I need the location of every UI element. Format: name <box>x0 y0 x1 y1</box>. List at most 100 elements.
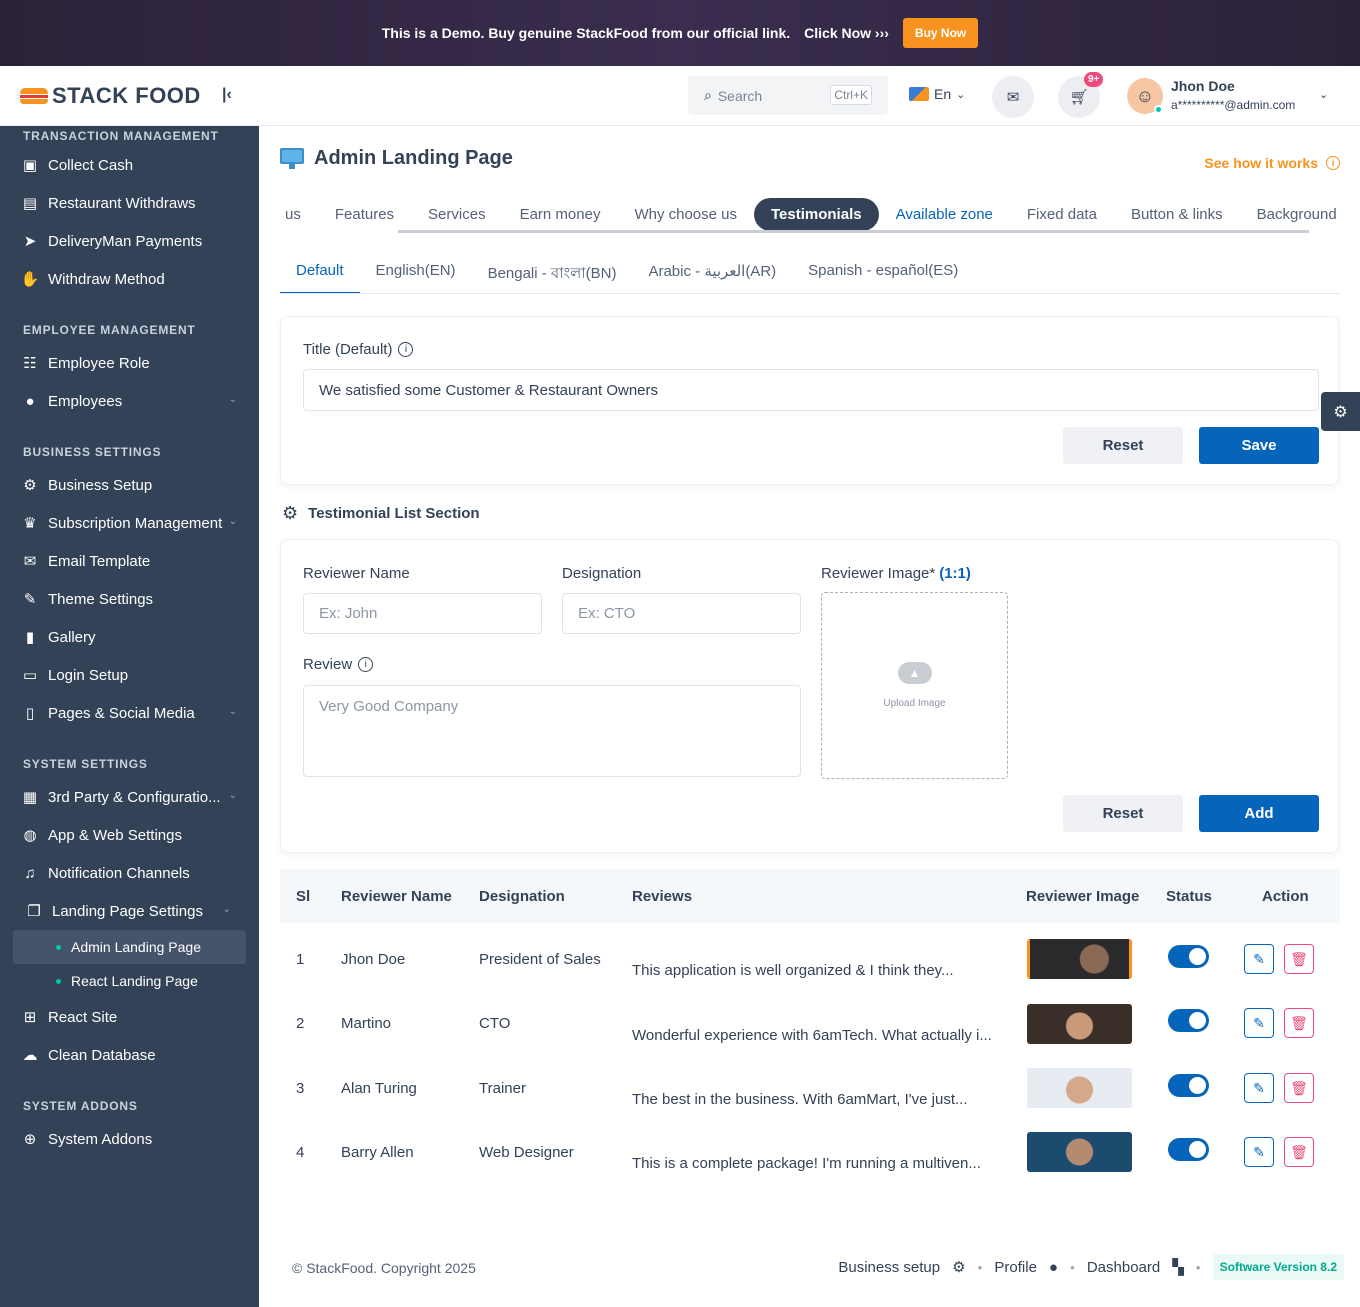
tab-features[interactable]: Features <box>318 198 411 231</box>
sidebar-item-landing-page-settings[interactable]: ❐ Landing Page Settings ⌄ <box>0 892 259 930</box>
sidebar-item-pages-social-media[interactable]: ▯ Pages & Social Media ⌄ <box>0 694 259 732</box>
bullet-dot-icon <box>56 945 61 950</box>
banner-click-link[interactable]: Click Now ››› <box>804 25 889 41</box>
lang-tab-arabic[interactable]: Arabic - العربية(AR) <box>632 254 792 294</box>
title-reset-button[interactable]: Reset <box>1063 427 1183 464</box>
sidebar-item-third-party-config[interactable]: ▦ 3rd Party & Configuratio... ⌄ <box>0 778 259 816</box>
sidebar-item-business-setup[interactable]: ⚙ Business Setup <box>0 466 259 504</box>
sidebar-item-system-addons[interactable]: ⊕ System Addons <box>0 1120 259 1158</box>
tabs-scrollbar[interactable] <box>398 230 1309 233</box>
sidebar-item-label: Pages & Social Media <box>48 704 195 722</box>
topbar: ⌕ Search Ctrl+K En ⌄ ✉ 🛒︎ 9+ ☺ Jhon Doe … <box>259 66 1360 126</box>
pencil-icon: ✎ <box>1253 1143 1265 1160</box>
edit-button[interactable]: ✎ <box>1244 944 1274 974</box>
user-name[interactable]: Jhon Doe <box>1171 78 1235 94</box>
edit-button[interactable]: ✎ <box>1244 1073 1274 1103</box>
brand-logo[interactable]: STACK FOOD <box>52 83 201 109</box>
sidebar-subitem-react-landing-page[interactable]: React Landing Page <box>0 964 259 998</box>
delete-button[interactable]: 🗑︎ <box>1284 1073 1314 1103</box>
plus-circle-icon: ⊕ <box>23 1131 37 1148</box>
footer-copyright: © StackFood. Copyright 2025 <box>292 1260 476 1276</box>
sidebar-subitem-label: React Landing Page <box>71 973 198 989</box>
sidebar-item-employees[interactable]: ● Employees ⌄ <box>0 382 259 420</box>
delete-button[interactable]: 🗑︎ <box>1284 1137 1314 1167</box>
sidebar-item-label: Gallery <box>48 628 96 646</box>
see-how-it-works-link[interactable]: See how it works i <box>1204 155 1340 171</box>
settings-float-button[interactable]: ⚙ <box>1321 392 1360 431</box>
title-save-button[interactable]: Save <box>1199 427 1319 464</box>
testimonial-add-button[interactable]: Add <box>1199 795 1319 832</box>
tab-earn-money[interactable]: Earn money <box>503 198 618 231</box>
search-input[interactable]: ⌕ Search Ctrl+K <box>688 76 888 115</box>
bell-icon: ♫ <box>24 864 36 882</box>
language-selector[interactable]: En ⌄ <box>909 86 965 102</box>
tab-fixed-data[interactable]: Fixed data <box>1010 198 1114 231</box>
sidebar-item-clean-database[interactable]: ☁ Clean Database <box>0 1036 259 1074</box>
footer-link-dashboard[interactable]: Dashboard <box>1087 1259 1160 1276</box>
sidebar-item-app-web-settings[interactable]: ◍ App & Web Settings <box>0 816 259 854</box>
sidebar-item-react-site[interactable]: ⊞ React Site <box>0 998 259 1036</box>
designation-input[interactable]: Ex: CTO <box>562 593 801 634</box>
sidebar-item-login-setup[interactable]: ▭ Login Setup <box>0 656 259 694</box>
edit-button[interactable]: ✎ <box>1244 1137 1274 1167</box>
lang-tab-english[interactable]: English(EN) <box>360 254 472 294</box>
lang-tab-bengali[interactable]: Bengali - বাংলা(BN) <box>472 254 633 294</box>
burger-logo-icon <box>20 87 48 104</box>
footer-link-business-setup[interactable]: Business setup <box>838 1259 940 1276</box>
sidebar-item-theme-settings[interactable]: ✎ Theme Settings <box>0 580 259 618</box>
sidebar-item-label: Employee Role <box>48 354 150 372</box>
sidebar-item-notification-channels[interactable]: ♫ Notification Channels <box>0 854 259 892</box>
sidebar-item-collect-cash[interactable]: ▣ Collect Cash <box>0 146 259 184</box>
main-content: Admin Landing Page See how it works i us… <box>259 126 1360 1307</box>
collapse-sidebar-icon[interactable]: |‹ <box>222 86 232 104</box>
messages-button[interactable]: ✉ <box>992 76 1034 118</box>
info-icon[interactable]: i <box>398 342 414 357</box>
delete-button[interactable]: 🗑︎ <box>1284 944 1314 974</box>
cell-reviewer-name: Martino <box>341 1015 392 1032</box>
buy-now-button[interactable]: Buy Now <box>902 18 979 48</box>
page-title: Admin Landing Page <box>314 146 513 169</box>
cell-reviewer-name: Barry Allen <box>341 1144 414 1161</box>
avatar[interactable]: ☺ <box>1127 78 1163 114</box>
section-system-addons: SYSTEM ADDONS <box>23 1099 138 1113</box>
status-toggle[interactable] <box>1168 945 1209 968</box>
sidebar-item-gallery[interactable]: ▮ Gallery <box>0 618 259 656</box>
sidebar-item-email-template[interactable]: ✉ Email Template <box>0 542 259 580</box>
tab-why-choose-us-partial[interactable]: us <box>280 198 318 231</box>
upload-image-dropzone[interactable]: ▲ Upload Image <box>821 592 1008 779</box>
status-toggle[interactable] <box>1168 1009 1209 1032</box>
lang-tab-spanish[interactable]: Spanish - español(ES) <box>792 254 974 294</box>
info-icon[interactable]: i <box>358 657 374 672</box>
col-reviewer-name: Reviewer Name <box>341 887 452 905</box>
status-toggle[interactable] <box>1168 1074 1209 1097</box>
delete-button[interactable]: 🗑︎ <box>1284 1008 1314 1038</box>
lang-tab-default[interactable]: Default <box>280 254 360 294</box>
tab-services[interactable]: Services <box>411 198 503 231</box>
sidebar-item-restaurant-withdraws[interactable]: ▤ Restaurant Withdraws <box>0 184 259 222</box>
chevron-down-icon[interactable]: ⌄ <box>1319 88 1328 101</box>
title-input[interactable]: We satisfied some Customer & Restaurant … <box>303 369 1319 411</box>
footer-link-profile[interactable]: Profile <box>994 1259 1037 1276</box>
tab-background-color[interactable]: Background co <box>1240 198 1340 231</box>
tab-why-choose-us[interactable]: Why choose us <box>617 198 754 231</box>
sidebar-item-withdraw-method[interactable]: ✋ Withdraw Method <box>0 260 259 298</box>
sidebar-item-deliveryman-payments[interactable]: ➤ DeliveryMan Payments <box>0 222 259 260</box>
designation-label: Designation <box>562 565 642 582</box>
review-textarea[interactable]: Very Good Company <box>303 685 801 777</box>
edit-button[interactable]: ✎ <box>1244 1008 1274 1038</box>
pages-icon: ▯ <box>25 705 35 722</box>
tab-testimonials[interactable]: Testimonials <box>754 197 879 231</box>
sidebar-item-subscription-management[interactable]: ♛ Subscription Management ⌄ <box>0 504 259 542</box>
reviewer-photo <box>1027 1068 1132 1108</box>
chevron-down-icon: ⌄ <box>956 88 966 101</box>
tab-button-links[interactable]: Button & links <box>1114 198 1240 231</box>
status-toggle[interactable] <box>1168 1138 1209 1161</box>
section-tabs: us Features Services Earn money Why choo… <box>280 195 1340 233</box>
reviewer-name-input[interactable]: Ex: John <box>303 593 542 634</box>
sidebar-subitem-admin-landing-page[interactable]: Admin Landing Page <box>13 930 246 964</box>
user-icon: ● <box>25 392 35 410</box>
sidebar-item-employee-role[interactable]: ☷ Employee Role <box>0 344 259 382</box>
testimonial-reset-button[interactable]: Reset <box>1063 795 1183 832</box>
hand-coin-icon: ✋ <box>20 271 40 288</box>
tab-available-zone[interactable]: Available zone <box>879 198 1010 231</box>
